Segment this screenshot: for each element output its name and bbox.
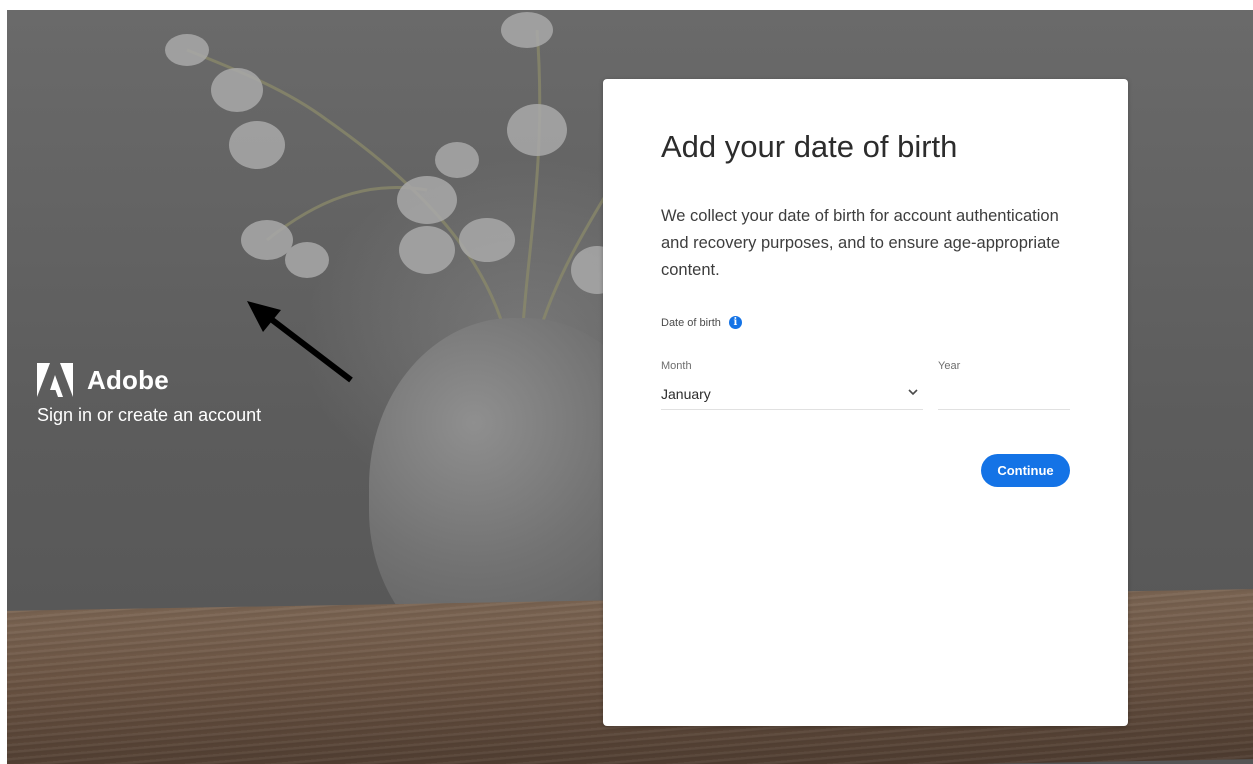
year-label: Year bbox=[938, 360, 961, 372]
brand-tagline: Sign in or create an account bbox=[37, 405, 262, 425]
dob-label: Date of birth bbox=[661, 316, 721, 329]
eucalyptus-branches-image bbox=[165, 12, 629, 341]
page-title: Add your date of birth bbox=[661, 129, 958, 164]
month-value: January bbox=[661, 386, 711, 402]
brand-row: Adobe bbox=[37, 363, 261, 397]
dob-label-row: Date of birth i bbox=[661, 316, 742, 329]
continue-button[interactable]: Continue bbox=[981, 454, 1070, 487]
month-select[interactable]: January bbox=[661, 381, 923, 410]
year-input[interactable] bbox=[938, 381, 1070, 410]
dob-card: Add your date of birth We collect your d… bbox=[603, 79, 1128, 726]
brand-name: Adobe bbox=[87, 364, 169, 395]
chevron-down-icon bbox=[908, 389, 918, 396]
brand-block: Adobe Sign in or create an account bbox=[37, 363, 261, 426]
info-icon[interactable]: i bbox=[728, 316, 742, 329]
adobe-logo-icon bbox=[37, 363, 73, 397]
month-label: Month bbox=[661, 360, 692, 372]
annotation-arrow-icon bbox=[247, 301, 353, 383]
page-frame: Adobe Sign in or create an account Add y… bbox=[7, 10, 1253, 764]
description-text: We collect your date of birth for accoun… bbox=[661, 207, 1061, 279]
